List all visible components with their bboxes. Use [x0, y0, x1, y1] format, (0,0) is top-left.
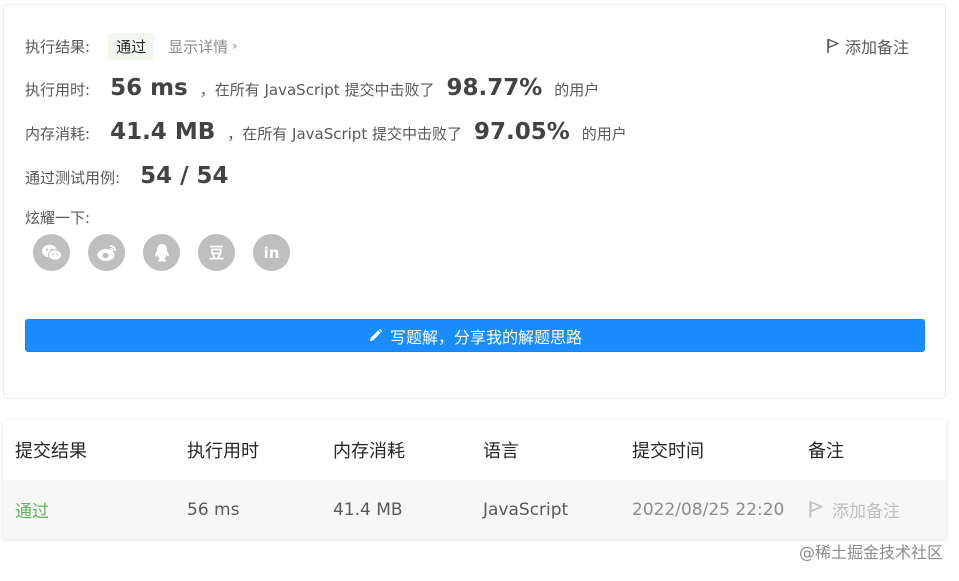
- runtime-value: 56 ms: [110, 75, 188, 101]
- add-note-button[interactable]: 添加备注: [826, 34, 909, 58]
- header-memory: 内存消耗: [333, 441, 405, 462]
- qq-icon[interactable]: [143, 234, 180, 271]
- flag-icon: [809, 501, 823, 518]
- tests-label: 通过测试用例:: [25, 169, 121, 187]
- pencil-icon: [369, 328, 383, 342]
- row-runtime: 56 ms: [187, 499, 240, 520]
- social-share-icons: 豆 in: [33, 234, 308, 271]
- header-status: 提交结果: [15, 441, 87, 462]
- runtime-percent: 98.77%: [446, 75, 543, 101]
- runtime-row: 执行用时: 56 ms ，在所有 JavaScript 提交中击败了 98.77…: [25, 75, 599, 101]
- row-status-link[interactable]: 通过: [15, 497, 49, 522]
- memory-desc: ，在所有 JavaScript 提交中击败了: [227, 125, 462, 143]
- weibo-glyph: [97, 244, 116, 261]
- row-submit-time: 2022/08/25 22:20: [632, 499, 785, 520]
- submissions-table: 提交结果 执行用时 内存消耗 语言 提交时间 备注 通过 56 ms 41.4 …: [3, 420, 946, 539]
- row-add-note-label: 添加备注: [832, 502, 900, 522]
- share-label: 炫耀一下:: [25, 209, 91, 227]
- wechat-glyph: [41, 244, 62, 261]
- memory-suffix: 的用户: [581, 125, 627, 143]
- douban-glyph: 豆: [208, 244, 224, 262]
- add-note-label: 添加备注: [844, 38, 909, 57]
- result-label: 执行结果:: [25, 38, 91, 56]
- row-memory: 41.4 MB: [333, 499, 403, 520]
- linkedin-icon[interactable]: in: [253, 234, 290, 271]
- watermark: @稀土掘金技术社区: [798, 543, 943, 562]
- write-solution-button[interactable]: 写题解，分享我的解题思路: [25, 319, 925, 352]
- memory-row: 内存消耗: 41.4 MB ，在所有 JavaScript 提交中击败了 97.…: [25, 119, 627, 145]
- row-add-note-button[interactable]: 添加备注: [808, 497, 900, 522]
- submission-result-card: 执行结果: 通过 显示详情 › 添加备注 执行用时: 56 ms ，在所有 Ja…: [3, 4, 946, 399]
- share-row: 炫耀一下:: [25, 207, 90, 228]
- weibo-icon[interactable]: [88, 234, 125, 271]
- wechat-icon[interactable]: [33, 234, 70, 271]
- runtime-desc: ，在所有 JavaScript 提交中击败了: [199, 81, 435, 99]
- qq-glyph: [154, 243, 169, 262]
- table-row[interactable]: 通过 56 ms 41.4 MB JavaScript 2022/08/25 2…: [3, 480, 946, 539]
- show-details-link[interactable]: 显示详情 ›: [168, 36, 237, 57]
- table-header: 提交结果 执行用时 内存消耗 语言 提交时间 备注: [3, 420, 946, 480]
- runtime-label: 执行用时:: [25, 81, 91, 99]
- douban-icon[interactable]: 豆: [198, 234, 235, 271]
- memory-percent: 97.05%: [473, 119, 570, 145]
- show-details-label: 显示详情: [168, 38, 229, 56]
- tests-row: 通过测试用例: 54 / 54: [25, 163, 229, 189]
- tests-value: 54 / 54: [140, 163, 229, 189]
- result-row: 执行结果: 通过 显示详情 ›: [25, 33, 237, 60]
- runtime-suffix: 的用户: [554, 81, 600, 99]
- header-language: 语言: [483, 441, 519, 462]
- row-language: JavaScript: [483, 499, 569, 520]
- header-submit-time: 提交时间: [632, 441, 704, 462]
- memory-label: 内存消耗:: [25, 125, 91, 143]
- chevron-right-icon: ›: [232, 39, 238, 54]
- write-solution-label: 写题解，分享我的解题思路: [389, 327, 582, 347]
- header-runtime: 执行用时: [187, 441, 259, 462]
- memory-value: 41.4 MB: [110, 119, 216, 145]
- flag-icon: [827, 38, 839, 53]
- linkedin-glyph: in: [263, 243, 280, 262]
- header-note: 备注: [808, 441, 844, 462]
- status-badge: 通过: [108, 33, 155, 60]
